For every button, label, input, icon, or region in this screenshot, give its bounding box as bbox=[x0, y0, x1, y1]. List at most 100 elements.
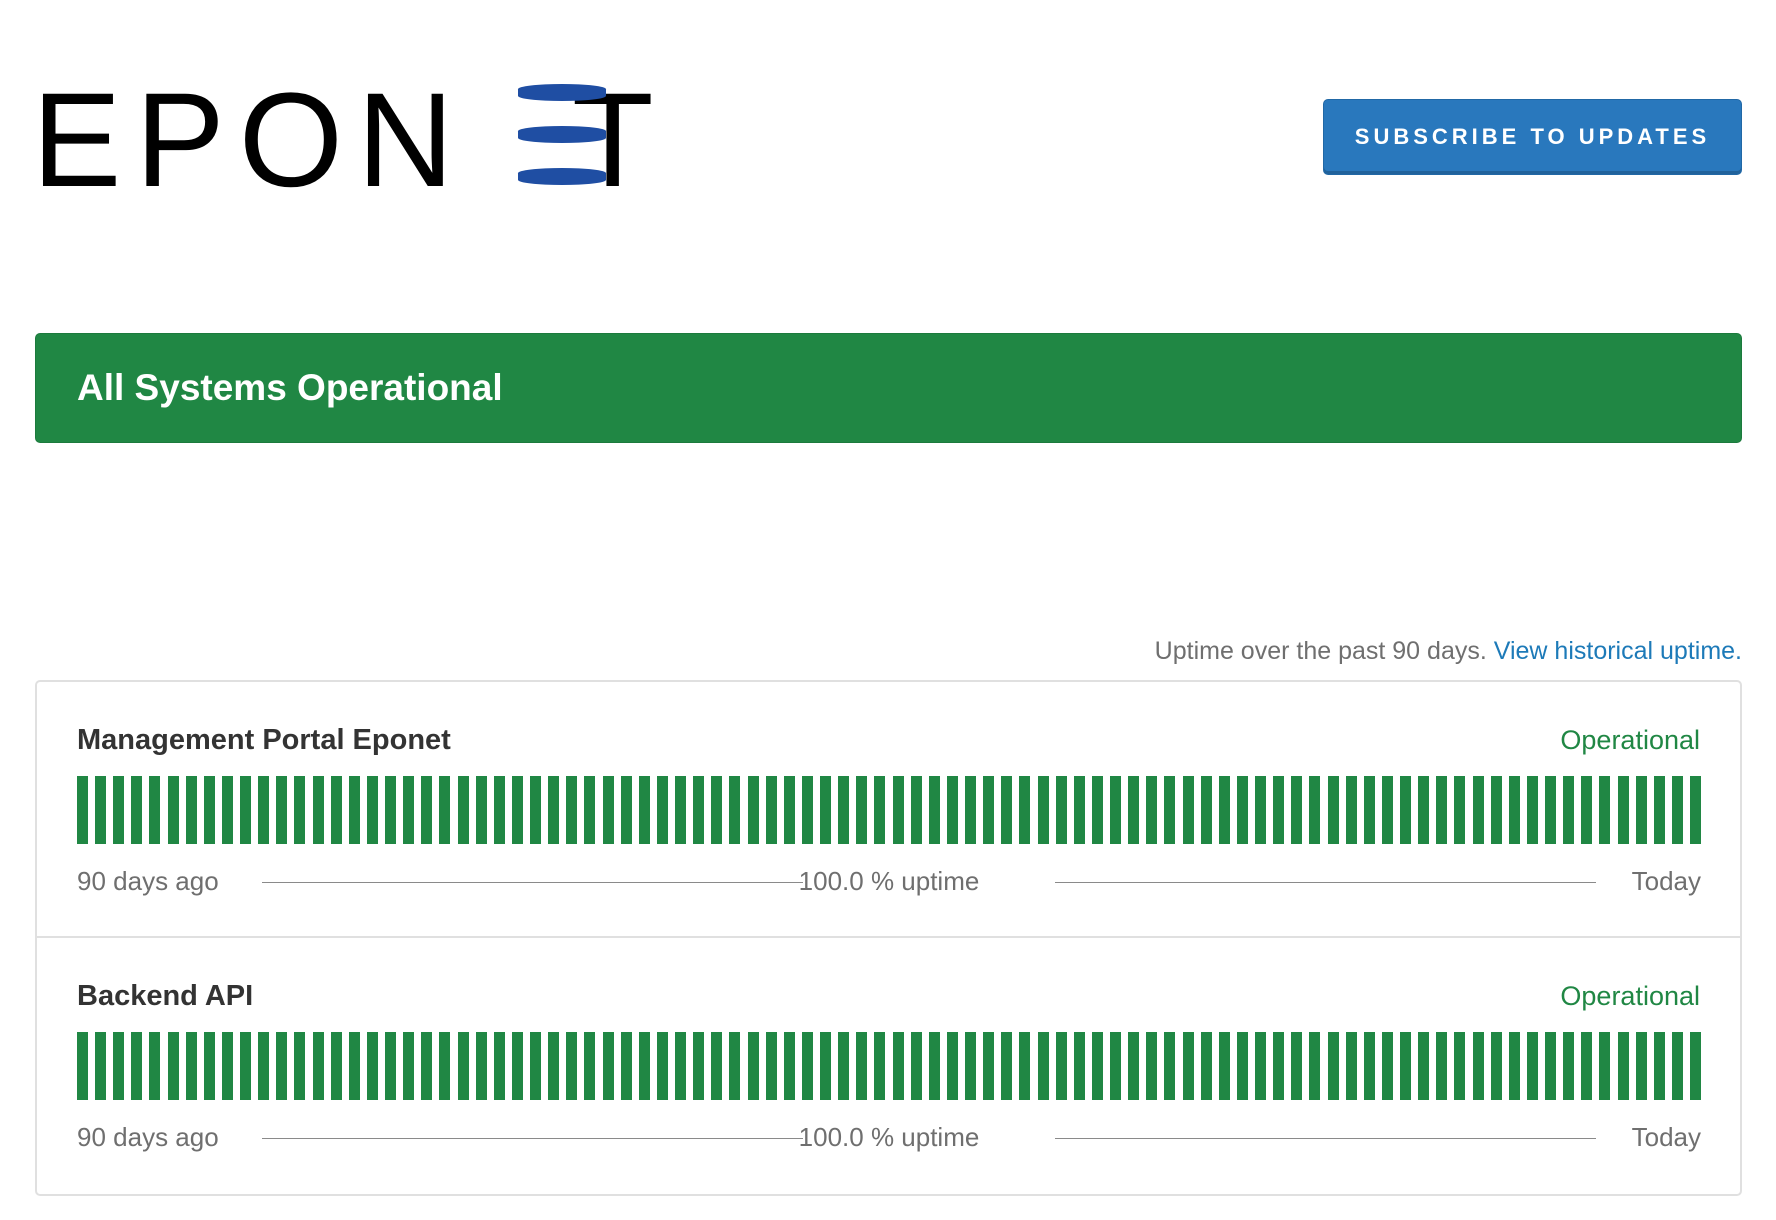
uptime-day-bar[interactable] bbox=[638, 776, 650, 844]
uptime-day-bar[interactable] bbox=[258, 1032, 270, 1100]
uptime-day-bar[interactable] bbox=[1508, 1032, 1520, 1100]
uptime-day-bar[interactable] bbox=[312, 1032, 324, 1100]
uptime-day-bar[interactable] bbox=[965, 1032, 977, 1100]
uptime-day-bar[interactable] bbox=[1146, 776, 1158, 844]
uptime-day-bar[interactable] bbox=[548, 776, 560, 844]
uptime-day-bar[interactable] bbox=[783, 1032, 795, 1100]
eponet-logo[interactable]: EPON T bbox=[32, 74, 717, 208]
uptime-day-bar[interactable] bbox=[131, 776, 143, 844]
uptime-day-bar[interactable] bbox=[1200, 776, 1212, 844]
uptime-day-bar[interactable] bbox=[892, 1032, 904, 1100]
uptime-day-bar[interactable] bbox=[1653, 776, 1665, 844]
uptime-day-bar[interactable] bbox=[403, 776, 415, 844]
uptime-day-bar[interactable] bbox=[1001, 1032, 1013, 1100]
uptime-day-bar[interactable] bbox=[1472, 776, 1484, 844]
uptime-day-bar[interactable] bbox=[240, 776, 252, 844]
uptime-day-bar[interactable] bbox=[113, 776, 125, 844]
uptime-day-bar[interactable] bbox=[530, 1032, 542, 1100]
uptime-day-bar[interactable] bbox=[113, 1032, 125, 1100]
uptime-day-bar[interactable] bbox=[1381, 776, 1393, 844]
uptime-day-bar[interactable] bbox=[385, 1032, 397, 1100]
uptime-day-bar[interactable] bbox=[240, 1032, 252, 1100]
uptime-day-bar[interactable] bbox=[1526, 776, 1538, 844]
uptime-day-bar[interactable] bbox=[620, 1032, 632, 1100]
uptime-day-bar[interactable] bbox=[910, 1032, 922, 1100]
uptime-day-bar[interactable] bbox=[294, 1032, 306, 1100]
subscribe-to-updates-button[interactable]: SUBSCRIBE TO UPDATES bbox=[1323, 99, 1742, 175]
uptime-day-bar[interactable] bbox=[1508, 776, 1520, 844]
uptime-day-bar[interactable] bbox=[1218, 1032, 1230, 1100]
uptime-day-bar[interactable] bbox=[1055, 1032, 1067, 1100]
uptime-day-bar[interactable] bbox=[675, 1032, 687, 1100]
uptime-day-bar[interactable] bbox=[910, 776, 922, 844]
uptime-day-bar[interactable] bbox=[856, 1032, 868, 1100]
uptime-day-bar[interactable] bbox=[95, 776, 107, 844]
uptime-day-bar[interactable] bbox=[1255, 776, 1267, 844]
uptime-day-bar[interactable] bbox=[801, 1032, 813, 1100]
uptime-day-bar[interactable] bbox=[294, 776, 306, 844]
uptime-day-bar[interactable] bbox=[656, 776, 668, 844]
uptime-day-bar[interactable] bbox=[1128, 1032, 1140, 1100]
uptime-day-bar[interactable] bbox=[1255, 1032, 1267, 1100]
uptime-day-bar[interactable] bbox=[747, 1032, 759, 1100]
uptime-day-bar[interactable] bbox=[1073, 776, 1085, 844]
uptime-day-bar[interactable] bbox=[1218, 776, 1230, 844]
uptime-day-bar[interactable] bbox=[511, 1032, 523, 1100]
uptime-day-bar[interactable] bbox=[1436, 1032, 1448, 1100]
uptime-day-bar[interactable] bbox=[729, 776, 741, 844]
uptime-day-bar[interactable] bbox=[711, 1032, 723, 1100]
uptime-day-bar[interactable] bbox=[1400, 776, 1412, 844]
uptime-day-bar[interactable] bbox=[1291, 776, 1303, 844]
uptime-day-bar[interactable] bbox=[928, 1032, 940, 1100]
uptime-day-bar[interactable] bbox=[1635, 1032, 1647, 1100]
uptime-day-bar[interactable] bbox=[1545, 776, 1556, 844]
uptime-day-bar[interactable] bbox=[149, 776, 161, 844]
uptime-day-bar[interactable] bbox=[693, 776, 705, 844]
uptime-day-bar[interactable] bbox=[928, 776, 940, 844]
uptime-day-bar[interactable] bbox=[1599, 1032, 1611, 1100]
uptime-day-bar[interactable] bbox=[620, 776, 632, 844]
uptime-day-bar[interactable] bbox=[221, 1032, 233, 1100]
uptime-day-bar[interactable] bbox=[820, 1032, 832, 1100]
uptime-day-bar[interactable] bbox=[1599, 776, 1611, 844]
uptime-day-bar[interactable] bbox=[1273, 776, 1285, 844]
uptime-day-bar[interactable] bbox=[457, 1032, 469, 1100]
uptime-day-bar[interactable] bbox=[1671, 776, 1683, 844]
uptime-day-bar[interactable] bbox=[1164, 1032, 1176, 1100]
uptime-day-bar[interactable] bbox=[258, 776, 270, 844]
uptime-day-bar[interactable] bbox=[801, 776, 813, 844]
uptime-day-bar[interactable] bbox=[1037, 776, 1049, 844]
uptime-day-bar[interactable] bbox=[403, 1032, 415, 1100]
uptime-day-bar[interactable] bbox=[638, 1032, 650, 1100]
uptime-day-bar[interactable] bbox=[1454, 1032, 1466, 1100]
uptime-day-bar[interactable] bbox=[385, 776, 397, 844]
uptime-day-bar[interactable] bbox=[77, 1032, 88, 1100]
uptime-day-bar[interactable] bbox=[747, 776, 759, 844]
uptime-day-bar[interactable] bbox=[1635, 776, 1647, 844]
uptime-day-bar[interactable] bbox=[1055, 776, 1067, 844]
uptime-day-bar[interactable] bbox=[493, 776, 505, 844]
uptime-day-bar[interactable] bbox=[1073, 1032, 1085, 1100]
uptime-day-bar[interactable] bbox=[1345, 776, 1357, 844]
uptime-day-bar[interactable] bbox=[711, 776, 723, 844]
uptime-day-bar[interactable] bbox=[1363, 1032, 1375, 1100]
uptime-day-bar[interactable] bbox=[185, 1032, 197, 1100]
uptime-day-bar[interactable] bbox=[1563, 776, 1575, 844]
uptime-day-bar[interactable] bbox=[149, 1032, 161, 1100]
uptime-day-bar[interactable] bbox=[203, 1032, 215, 1100]
uptime-day-bar[interactable] bbox=[656, 1032, 668, 1100]
uptime-day-bar[interactable] bbox=[1581, 1032, 1593, 1100]
uptime-day-bar[interactable] bbox=[1418, 1032, 1430, 1100]
uptime-day-bar[interactable] bbox=[1545, 1032, 1556, 1100]
uptime-day-bar[interactable] bbox=[167, 776, 179, 844]
view-historical-uptime-link[interactable]: View historical uptime. bbox=[1494, 637, 1742, 665]
uptime-day-bar[interactable] bbox=[965, 776, 977, 844]
uptime-day-bar[interactable] bbox=[439, 1032, 451, 1100]
uptime-day-bar[interactable] bbox=[946, 776, 958, 844]
uptime-day-bar[interactable] bbox=[1472, 1032, 1484, 1100]
uptime-day-bar[interactable] bbox=[1454, 776, 1466, 844]
uptime-day-bar[interactable] bbox=[421, 776, 433, 844]
uptime-day-bar[interactable] bbox=[1381, 1032, 1393, 1100]
uptime-day-bar[interactable] bbox=[1671, 1032, 1683, 1100]
uptime-day-bar[interactable] bbox=[1400, 1032, 1412, 1100]
